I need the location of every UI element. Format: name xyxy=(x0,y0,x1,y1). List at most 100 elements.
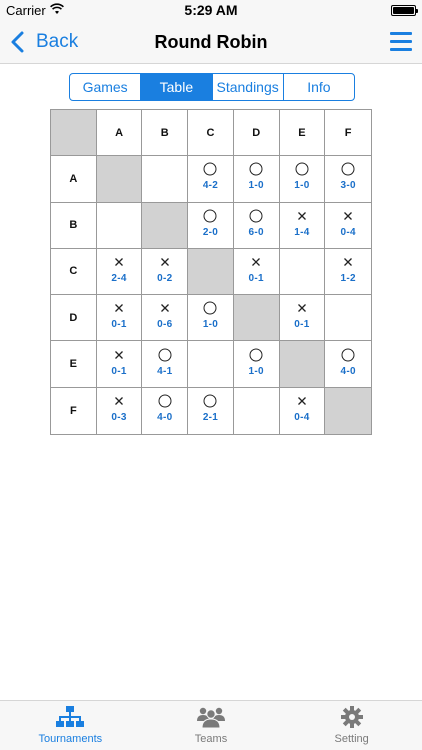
team-people-icon xyxy=(197,707,225,729)
segment-standings[interactable]: Standings xyxy=(213,74,284,100)
match-score: 0-2 xyxy=(157,272,173,284)
match-score: 0-4 xyxy=(294,412,310,424)
win-circle-icon xyxy=(203,394,217,408)
match-cell[interactable]: 4-0 xyxy=(142,387,189,434)
tab-label: Setting xyxy=(334,733,369,745)
team-label: E xyxy=(298,126,306,139)
gear-icon xyxy=(340,706,363,728)
match-cell[interactable]: 0-4 xyxy=(280,387,326,434)
match-score: 1-0 xyxy=(202,319,219,331)
match-cell[interactable]: 0-1 xyxy=(96,341,143,388)
team-label: F xyxy=(344,126,352,139)
round-robin-table: A B C D E F A 4-2 1-0 1-0 3-0 B 2-0 6-0 1-4 0-4 C 2-4 0-2 0… xyxy=(50,109,372,435)
match-cell[interactable]: 1-0 xyxy=(233,156,280,203)
match-score: 4-0 xyxy=(157,412,173,424)
match-cell[interactable]: 4-0 xyxy=(325,341,371,388)
column-header: D xyxy=(233,110,280,157)
match-cell[interactable] xyxy=(279,248,326,296)
segment-games[interactable]: Games xyxy=(70,74,142,100)
loss-cross-icon xyxy=(297,397,306,406)
win-circle-icon xyxy=(249,162,263,176)
match-cell[interactable] xyxy=(325,295,371,342)
match-score: 4-1 xyxy=(157,365,173,377)
match-cell[interactable]: 4-2 xyxy=(188,156,234,203)
match-score: 0-1 xyxy=(111,319,127,331)
win-circle-icon xyxy=(295,162,309,176)
match-score: 2-4 xyxy=(111,272,127,284)
diagonal-cell xyxy=(279,341,326,388)
match-cell[interactable]: 0-1 xyxy=(96,295,143,342)
match-cell[interactable]: 2-1 xyxy=(188,387,234,434)
match-cell[interactable]: 0-2 xyxy=(142,248,189,296)
match-cell[interactable]: 0-1 xyxy=(233,248,280,296)
match-cell[interactable]: 1-2 xyxy=(325,249,371,296)
match-cell[interactable] xyxy=(96,202,143,249)
match-score: 1-0 xyxy=(248,365,264,377)
loss-cross-icon xyxy=(160,258,169,266)
match-cell[interactable]: 3-0 xyxy=(325,156,371,203)
diagonal-cell xyxy=(142,202,189,249)
team-label: E xyxy=(69,358,78,371)
win-circle-icon xyxy=(158,348,172,362)
match-score: 0-1 xyxy=(294,319,310,331)
diagonal-cell xyxy=(325,387,371,434)
match-cell[interactable]: 0-4 xyxy=(325,203,371,249)
match-cell[interactable]: 1-0 xyxy=(279,156,326,203)
row-header: D xyxy=(51,295,97,342)
loss-cross-icon xyxy=(344,211,353,220)
match-cell[interactable]: 1-0 xyxy=(188,295,234,342)
match-score: 0-3 xyxy=(111,412,127,424)
back-label: Back xyxy=(36,31,79,52)
team-label: C xyxy=(69,265,78,278)
loss-cross-icon xyxy=(344,258,353,266)
chevron-left-icon xyxy=(11,31,24,53)
navigation-bar: Back Round Robin xyxy=(0,20,422,64)
match-cell[interactable]: 2-0 xyxy=(188,202,234,249)
diagonal-cell xyxy=(96,156,143,203)
match-cell[interactable] xyxy=(188,341,234,388)
tab-setting[interactable]: Setting xyxy=(281,701,422,750)
segment-info[interactable]: Info xyxy=(284,74,354,100)
column-header: C xyxy=(188,110,234,157)
win-circle-icon xyxy=(203,301,217,315)
match-score: 3-0 xyxy=(340,180,356,192)
match-cell[interactable]: 1-4 xyxy=(279,202,326,249)
match-cell[interactable] xyxy=(234,387,280,434)
match-cell[interactable]: 0-3 xyxy=(97,387,143,434)
team-label: B xyxy=(69,219,78,232)
match-score: 0-6 xyxy=(157,319,173,331)
match-score: 4-2 xyxy=(202,180,219,192)
back-button[interactable]: Back xyxy=(8,20,78,64)
match-cell[interactable]: 4-1 xyxy=(142,341,189,388)
tab-tournaments[interactable]: Tournaments xyxy=(0,701,141,750)
column-header: A xyxy=(96,110,143,157)
match-cell[interactable]: 6-0 xyxy=(233,202,280,249)
loss-cross-icon xyxy=(160,304,169,313)
tournament-bracket-icon xyxy=(56,706,85,727)
tab-teams[interactable]: Teams xyxy=(141,701,282,750)
menu-button[interactable] xyxy=(390,32,412,52)
tab-label: Tournaments xyxy=(38,733,103,745)
match-cell[interactable] xyxy=(142,156,189,203)
match-score: 1-2 xyxy=(340,272,356,284)
row-header: F xyxy=(51,387,97,434)
win-circle-icon xyxy=(158,394,172,408)
match-cell[interactable]: 2-4 xyxy=(96,248,143,296)
segment-table[interactable]: Table xyxy=(141,74,213,100)
match-cell[interactable]: 0-6 xyxy=(142,295,189,342)
loss-cross-icon xyxy=(115,350,124,359)
match-score: 4-0 xyxy=(340,365,356,377)
win-circle-icon xyxy=(341,162,355,176)
hamburger-icon-line xyxy=(390,48,412,51)
team-label: C xyxy=(206,126,215,139)
team-label: D xyxy=(252,126,261,139)
match-score: 6-0 xyxy=(248,226,264,238)
loss-cross-icon xyxy=(252,258,261,266)
row-header: E xyxy=(51,341,97,388)
match-score: 2-1 xyxy=(202,412,219,424)
match-score: 1-4 xyxy=(294,226,310,238)
win-circle-icon xyxy=(249,348,263,362)
match-score: 2-0 xyxy=(202,226,219,238)
match-cell[interactable]: 0-1 xyxy=(279,295,326,342)
match-cell[interactable]: 1-0 xyxy=(233,341,280,388)
